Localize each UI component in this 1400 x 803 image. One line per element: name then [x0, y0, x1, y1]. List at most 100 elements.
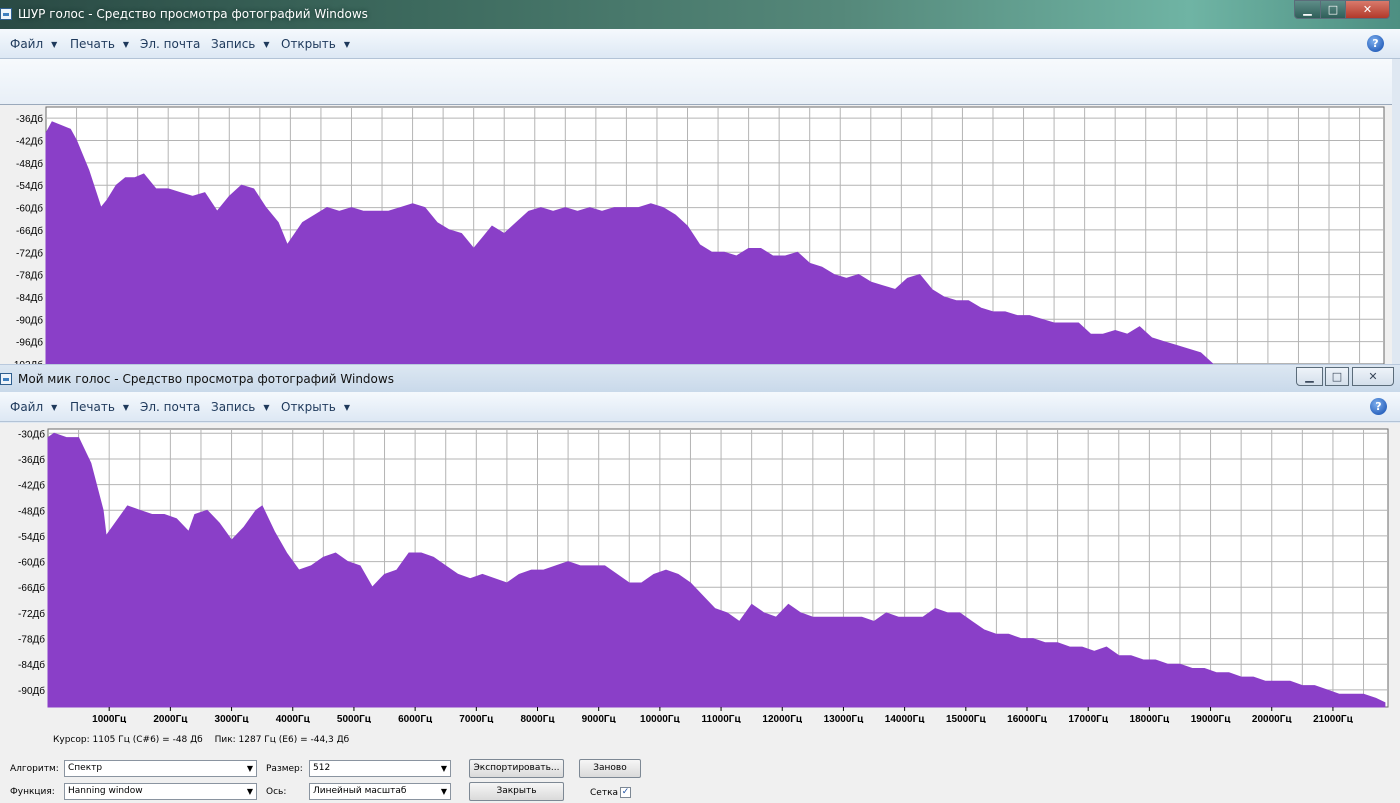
title-bar[interactable]: Мой мик голос - Средство просмотра фотог… — [0, 364, 1400, 392]
spectrum-chart[interactable]: -36Дб -42Дб -48Дб -54Дб -60Дб -66Дб -72Дб -78Дб… — [0, 105, 1392, 364]
menu-email-label: Эл. почта — [140, 37, 201, 51]
x-tick-label: 9000Гц — [582, 714, 617, 723]
y-tick-label: -48Дб — [16, 158, 43, 170]
menu-email-label: Эл. почта — [140, 400, 201, 414]
menu-record-label: Запись — [211, 400, 256, 414]
maximize-button[interactable]: □ — [1320, 0, 1346, 19]
redo-button[interactable]: Заново — [579, 759, 641, 778]
y-tick-label: -42Дб — [18, 480, 45, 492]
function-select[interactable]: Hanning window ▼ — [64, 783, 257, 800]
help-icon[interactable]: ? — [1367, 35, 1384, 52]
size-select[interactable]: 512 ▼ — [309, 760, 451, 777]
chevron-down-icon: ▼ — [122, 403, 130, 412]
menu-file[interactable]: Файл ▼ — [10, 400, 57, 414]
y-tick-label: -96Дб — [16, 337, 43, 349]
menu-email[interactable]: Эл. почта — [140, 400, 200, 414]
size-label: Размер: — [266, 764, 303, 774]
close-button[interactable]: ✕ — [1345, 0, 1390, 19]
axis-label: Ось: — [266, 787, 287, 797]
y-tick-label: -42Дб — [16, 136, 43, 148]
menu-file-label: Файл — [10, 37, 44, 51]
photo-viewer-app-icon[interactable] — [0, 373, 12, 385]
menu-open[interactable]: Открыть ▼ — [281, 37, 350, 51]
menu-file-label: Файл — [10, 400, 44, 414]
x-tick-label: 18000Гц — [1130, 714, 1170, 723]
y-tick-label: -36Дб — [18, 454, 45, 466]
menu-email[interactable]: Эл. почта — [140, 37, 200, 51]
y-tick-label: -54Дб — [18, 531, 45, 543]
y-tick-label: -48Дб — [18, 505, 45, 517]
x-tick-label: 4000Гц — [276, 714, 311, 723]
x-tick-label: 20000Гц — [1252, 714, 1292, 723]
cursor-readout: Курсор: 1105 Гц (C#6) = -48 Дб — [53, 735, 203, 745]
algorithm-label: Алгоритм: — [10, 764, 59, 774]
chevron-down-icon: ▼ — [51, 403, 58, 412]
axis-scale-value: Линейный масштаб — [313, 786, 407, 796]
photo-viewer-app-icon[interactable] — [0, 8, 12, 20]
x-tick-label: 17000Гц — [1068, 714, 1108, 723]
chevron-down-icon: ▼ — [246, 764, 253, 773]
chevron-down-icon: ▼ — [122, 40, 130, 49]
x-tick-label: 7000Гц — [459, 714, 494, 723]
menu-record[interactable]: Запись ▼ — [211, 400, 270, 414]
y-tick-label: -90Дб — [16, 314, 43, 326]
menu-print-label: Печать — [70, 400, 115, 414]
x-tick-label: 19000Гц — [1191, 714, 1231, 723]
spectrum-chart[interactable]: -30Дб -36Дб -42Дб -48Дб -54Дб -60Дб -66Дб -72Дб… — [0, 423, 1400, 723]
function-label: Функция: — [10, 787, 55, 797]
y-tick-label: -54Дб — [16, 180, 43, 192]
export-button[interactable]: Экспортировать... — [469, 759, 564, 778]
window-title: ШУР голос - Средство просмотра фотографи… — [18, 7, 368, 21]
chevron-down-icon: ▼ — [51, 40, 58, 49]
menu-print-label: Печать — [70, 37, 115, 51]
spectrum-plot-frame: -36Дб -42Дб -48Дб -54Дб -60Дб -66Дб -72Дб -78Дб… — [0, 105, 1392, 364]
y-tick-label: -66Дб — [16, 225, 43, 237]
close-dialog-button[interactable]: Закрыть — [469, 782, 564, 801]
chevron-down-icon: ▼ — [263, 403, 270, 412]
y-tick-label: -30Дб — [18, 428, 45, 440]
x-tick-label: 2000Гц — [153, 714, 188, 723]
y-tick-label: -78Дб — [16, 270, 43, 282]
minimize-button[interactable]: ▁ — [1294, 0, 1321, 19]
chevron-down-icon: ▼ — [246, 787, 253, 796]
menu-open-label: Открыть — [281, 400, 336, 414]
menu-open[interactable]: Открыть ▼ — [281, 400, 350, 414]
y-tick-label: -84Дб — [16, 292, 43, 304]
algorithm-select[interactable]: Спектр ▼ — [64, 760, 257, 777]
size-value: 512 — [313, 763, 331, 773]
y-tick-label: -72Дб — [16, 247, 43, 259]
y-tick-label: -72Дб — [18, 608, 45, 620]
x-tick-label: 1000Гц — [92, 714, 127, 723]
menu-file[interactable]: Файл ▼ — [10, 37, 57, 51]
x-tick-label: 5000Гц — [337, 714, 372, 723]
y-tick-label: -60Дб — [16, 203, 43, 215]
spectrum-window-shur: ШУР голос - Средство просмотра фотографи… — [0, 0, 1400, 364]
help-icon[interactable]: ? — [1370, 398, 1387, 415]
menu-print[interactable]: Печать ▼ — [70, 37, 129, 51]
x-tick-label: 14000Гц — [885, 714, 925, 723]
close-button[interactable]: ✕ — [1352, 367, 1394, 386]
x-tick-label: 3000Гц — [215, 714, 250, 723]
menu-print[interactable]: Печать ▼ — [70, 400, 129, 414]
tool-area — [0, 59, 1392, 105]
y-tick-label: -90Дб — [18, 685, 45, 697]
x-tick-label: 10000Гц — [640, 714, 680, 723]
x-tick-label: 12000Гц — [762, 714, 802, 723]
axis-scale-select[interactable]: Линейный масштаб ▼ — [309, 783, 451, 800]
function-value: Hanning window — [68, 786, 143, 796]
y-tick-label: -78Дб — [18, 634, 45, 646]
menu-open-label: Открыть — [281, 37, 336, 51]
title-bar[interactable]: ШУР голос - Средство просмотра фотографи… — [0, 0, 1400, 29]
command-bar: Файл ▼ Печать ▼ Эл. почта Запись ▼ Открыть ▼… — [0, 29, 1400, 59]
chevron-down-icon: ▼ — [440, 787, 447, 796]
x-tick-label: 11000Гц — [702, 714, 742, 723]
menu-record[interactable]: Запись ▼ — [211, 37, 270, 51]
y-tick-label: -60Дб — [18, 557, 45, 569]
maximize-button[interactable]: □ — [1325, 367, 1349, 386]
x-tick-label: 6000Гц — [398, 714, 433, 723]
y-tick-label: -84Дб — [18, 659, 45, 671]
grid-checkbox[interactable]: ✓ — [620, 787, 631, 798]
minimize-button[interactable]: ▁ — [1296, 367, 1323, 386]
x-tick-label: 15000Гц — [946, 714, 986, 723]
menu-record-label: Запись — [211, 37, 256, 51]
